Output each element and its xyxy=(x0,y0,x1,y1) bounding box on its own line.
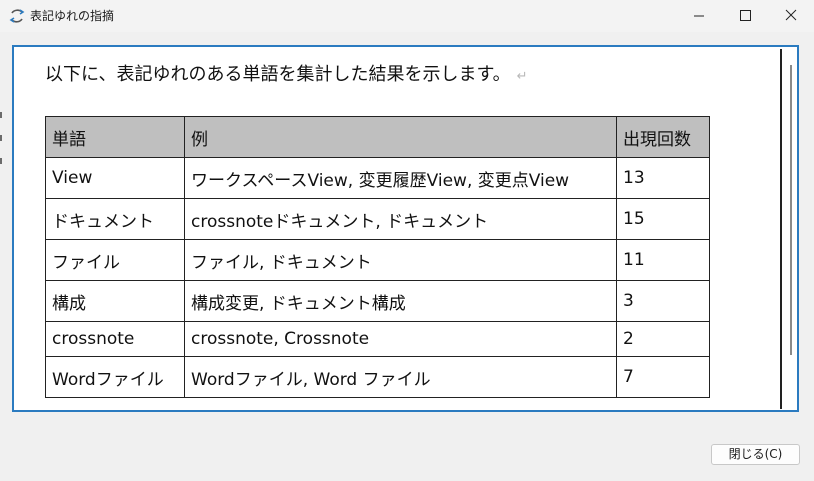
cell-examples: Wordファイル, Word ファイル xyxy=(184,356,617,398)
cell-word: crossnote xyxy=(45,321,185,357)
table-row: crossnote crossnote, Crossnote 2 xyxy=(45,321,710,357)
cell-examples: crossnote, Crossnote xyxy=(184,321,617,357)
minimize-button[interactable] xyxy=(676,0,722,32)
cell-count: 3 xyxy=(616,280,710,322)
content-border xyxy=(780,49,782,409)
cell-count: 2 xyxy=(616,321,710,357)
close-icon xyxy=(785,9,797,21)
cell-word: ドキュメント xyxy=(45,198,185,240)
edge-marker xyxy=(0,112,2,118)
intro-text: 以下に、表記ゆれのある単語を集計した結果を示します。 xyxy=(45,64,511,85)
cell-word: View xyxy=(45,157,185,199)
app-icon xyxy=(9,9,25,23)
column-header-examples: 例 xyxy=(184,116,617,158)
cell-word: Wordファイル xyxy=(45,356,185,398)
paragraph-mark-icon: ↵ xyxy=(516,69,528,84)
table-row: Wordファイル Wordファイル, Word ファイル 7 xyxy=(45,356,710,398)
cell-count: 7 xyxy=(616,356,710,398)
cell-count: 11 xyxy=(616,239,710,281)
edge-marker xyxy=(0,158,2,164)
column-header-word: 単語 xyxy=(45,116,185,158)
result-pane[interactable]: 以下に、表記ゆれのある単語を集計した結果を示します。 ↵ 単語 例 出現回数 Vi… xyxy=(12,45,799,412)
cell-count: 15 xyxy=(616,198,710,240)
table-row: ファイル ファイル, ドキュメント 11 xyxy=(45,239,710,281)
minimize-icon xyxy=(694,15,704,17)
intro-paragraph: 以下に、表記ゆれのある単語を集計した結果を示します。 ↵ xyxy=(45,63,528,89)
table-row: View ワークスペースView, 変更履歴View, 変更点View 13 xyxy=(45,157,710,199)
table-header-row: 単語 例 出現回数 xyxy=(45,116,710,158)
close-window-button[interactable] xyxy=(768,0,814,32)
window-title: 表記ゆれの指摘 xyxy=(30,9,115,23)
edge-marker xyxy=(0,135,2,141)
results-table: 単語 例 出現回数 View ワークスペースView, 変更履歴View, 変更… xyxy=(45,116,710,398)
vertical-scrollbar[interactable] xyxy=(790,65,792,355)
title-bar: 表記ゆれの指摘 xyxy=(0,0,814,32)
cell-examples: ワークスペースView, 変更履歴View, 変更点View xyxy=(184,157,617,199)
column-header-count: 出現回数 xyxy=(616,116,710,158)
cell-examples: ファイル, ドキュメント xyxy=(184,239,617,281)
table-row: 構成 構成変更, ドキュメント構成 3 xyxy=(45,280,710,322)
cell-examples: crossnoteドキュメント, ドキュメント xyxy=(184,198,617,240)
cell-count: 13 xyxy=(616,157,710,199)
maximize-icon xyxy=(740,10,751,21)
cell-examples: 構成変更, ドキュメント構成 xyxy=(184,280,617,322)
close-button[interactable]: 閉じる(C) xyxy=(711,444,800,465)
cell-word: ファイル xyxy=(45,239,185,281)
table-row: ドキュメント crossnoteドキュメント, ドキュメント 15 xyxy=(45,198,710,240)
cell-word: 構成 xyxy=(45,280,185,322)
maximize-button[interactable] xyxy=(722,0,768,32)
